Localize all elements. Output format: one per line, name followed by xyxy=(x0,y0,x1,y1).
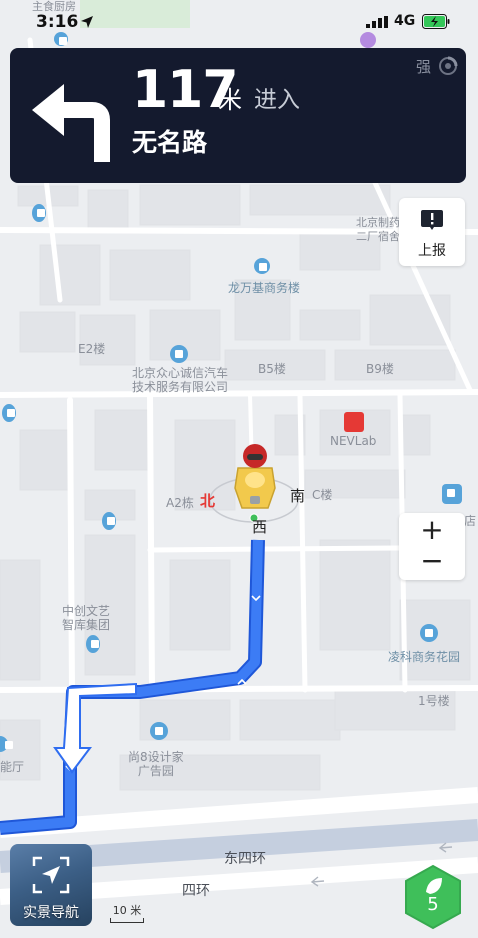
map-label-building: E2楼 xyxy=(78,342,106,356)
fast-food-icon[interactable] xyxy=(344,412,364,432)
status-bar: 3:16 4G xyxy=(0,0,478,44)
map-label-poi: 北京众心诚信汽车 技术服务有限公司 xyxy=(132,366,229,394)
airport-icon[interactable] xyxy=(442,484,462,504)
map-label-building: B5楼 xyxy=(258,362,286,376)
signal-bars-icon xyxy=(366,16,388,28)
gps-strength-label: 强 xyxy=(416,58,432,76)
report-button[interactable]: 上报 xyxy=(399,198,465,266)
map-label-building: C楼 xyxy=(312,488,333,502)
road-label-dongsihuan: 东四环 xyxy=(224,851,266,867)
status-time: 3:16 xyxy=(36,12,79,32)
map-label-poi: 中创文艺 智库集团 xyxy=(62,604,111,632)
live-view-navigation-button[interactable]: 实景导航 xyxy=(10,844,92,926)
zoom-control: + − xyxy=(399,513,465,580)
map-label-poi: 北京制药 二厂宿舍 xyxy=(356,216,400,243)
map-label-poi: 龙万基商务楼 xyxy=(228,281,301,295)
next-road-name: 无名路 xyxy=(132,128,208,157)
gps-signal-icon xyxy=(439,56,458,75)
compass-west-label: 西 xyxy=(252,518,268,536)
map-label-poi: NEVLab xyxy=(330,434,377,448)
zoom-out-button[interactable]: − xyxy=(399,547,465,580)
compass-north-label: 北 xyxy=(200,492,216,510)
map-label-building: 1号楼 xyxy=(418,694,450,708)
map-scale-bar: 10 米 xyxy=(108,902,146,926)
report-label: 上报 xyxy=(418,243,446,259)
scale-label: 10 米 xyxy=(112,904,142,917)
map-label-building: A2栋 xyxy=(166,496,194,510)
restroom-icon[interactable] xyxy=(102,512,116,530)
exclamation-icon xyxy=(421,210,443,230)
scale-line xyxy=(110,918,144,923)
bus-station-icon[interactable] xyxy=(170,345,188,363)
location-arrow-icon xyxy=(81,16,93,28)
location-pin-icon[interactable] xyxy=(86,635,100,653)
zoom-in-button[interactable]: + xyxy=(399,513,465,547)
live-view-label: 实景导航 xyxy=(23,905,79,921)
compass-south-label: 南 xyxy=(290,487,306,505)
business-building-icon[interactable] xyxy=(254,258,270,274)
vehicle-marker-icon xyxy=(234,444,276,509)
road-label-sihuan: 四环 xyxy=(182,883,210,899)
business-building-icon[interactable] xyxy=(420,624,438,642)
compass-arrow-icon xyxy=(32,856,70,894)
map-label-building: B9楼 xyxy=(366,362,394,376)
turn-left-arrow-icon xyxy=(32,84,110,162)
navigation-instruction-card[interactable]: 117 米 进入 无名路 强 xyxy=(10,48,466,183)
map-label-poi: 能厅 xyxy=(0,760,25,774)
network-type: 4G xyxy=(394,13,416,29)
business-building-icon[interactable] xyxy=(150,722,168,740)
battery-charging-icon xyxy=(422,14,450,29)
map-label-poi: 尚8设计家 广告园 xyxy=(128,750,184,778)
restroom-icon[interactable] xyxy=(2,404,16,422)
map-label-poi: 凌科商务花园 xyxy=(388,650,461,664)
maneuver-action: 进入 xyxy=(254,87,300,113)
map-label-poi: 店 xyxy=(464,514,477,528)
green-badge-count: 5 xyxy=(427,894,439,915)
distance-unit: 米 xyxy=(218,86,242,114)
restroom-icon[interactable] xyxy=(32,204,46,222)
